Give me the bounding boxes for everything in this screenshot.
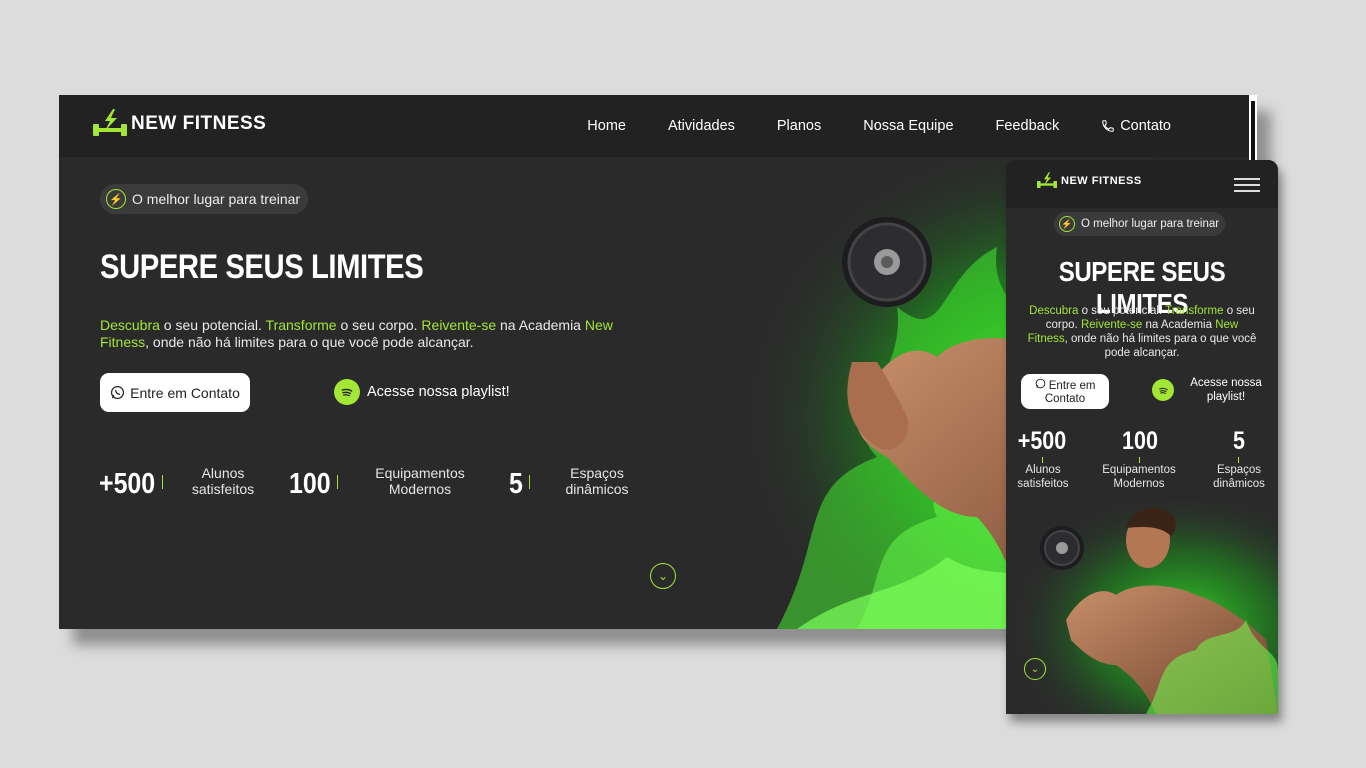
stat-value-spaces: 5 [509,468,523,500]
stat-label-students: Alunos satisfeitos [191,465,255,497]
nav-contato-label: Contato [1120,118,1171,134]
navbar: NEW FITNESS Home Atividades Planos Nossa… [59,95,1257,157]
stat-divider [162,475,163,489]
lead-text-3: na Academia [1142,319,1216,331]
spotify-icon [1152,379,1174,401]
mobile-stat-label-students: Alunos satisfeitos [1017,464,1069,490]
mobile-playlist-label: Acesse nossa playlist! [1190,377,1262,403]
mobile-playlist-link[interactable]: Acesse nossa playlist! [1152,376,1271,404]
contact-label-text: Entre em Contato [1044,379,1096,405]
scroll-down-button[interactable]: ⌄ [650,563,676,589]
spotify-icon [334,379,360,405]
mobile-hero-badge: ⚡ O melhor lugar para treinar [1054,212,1226,236]
mobile-scroll-down-button[interactable]: ⌄ [1024,658,1046,680]
whatsapp-icon [1035,378,1045,388]
mobile-brand-name: NEW FITNESS [1061,175,1142,187]
hamburger-menu-icon[interactable] [1234,178,1260,192]
dumbbell-bolt-icon [93,109,127,136]
nav-planos[interactable]: Planos [777,118,821,134]
mobile-hero-lead: Descubra o seu potencial. Transforme o s… [1026,304,1258,360]
mobile-navbar: NEW FITNESS [1006,160,1278,208]
lead-text-4: , onde não há limites para o que você po… [1064,333,1257,359]
bolt-icon: ⚡ [106,189,126,209]
mobile-contact-button[interactable]: Entre em Contato [1021,374,1109,409]
lead-text-1: o seu potencial. [1078,305,1166,317]
stat-value-students: +500 [99,468,156,500]
mobile-hero-athlete-image [1006,500,1278,714]
lead-highlight-3: Reivente-se [1080,319,1143,331]
mobile-stat-value-spaces: 5 [1233,427,1245,455]
lead-highlight-1: Descubra [100,317,160,333]
nav-home[interactable]: Home [587,118,626,134]
playlist-link[interactable]: Acesse nossa playlist! [334,379,510,405]
contact-button[interactable]: Entre em Contato [100,373,250,412]
mobile-stat-value-equipment: 100 [1122,427,1158,455]
nav-atividades[interactable]: Atividades [668,118,735,134]
brand-name: NEW FITNESS [131,113,267,134]
nav-nossa-equipe[interactable]: Nossa Equipe [863,118,953,134]
nav-menu: Home Atividades Planos Nossa Equipe Feed… [587,95,1171,157]
lead-text-3: na Academia [496,317,585,333]
lead-text-1: o seu potencial. [159,317,266,333]
mobile-brand-logo[interactable]: NEW FITNESS [1037,172,1142,190]
nav-feedback[interactable]: Feedback [996,118,1060,134]
mobile-stat-label-equipment: Equipamentos Modernos [1102,464,1176,490]
whatsapp-icon [111,385,125,400]
lead-text-4: , onde não há limites para o que você po… [145,334,474,350]
lead-text-2: o seu corpo. [336,317,422,333]
stat-divider [337,475,338,489]
chevron-down-icon: ⌄ [657,569,669,583]
mobile-hero-badge-text: O melhor lugar para treinar [1081,218,1220,230]
lead-highlight-3: Reivente-se [421,317,497,333]
mobile-stat-label-spaces: Espaços dinâmicos [1213,464,1265,490]
hero-title: SUPERE SEUS LIMITES [100,248,424,286]
dumbbell-bolt-icon [1037,172,1057,189]
mobile-preview: NEW FITNESS ⚡ O melhor lugar para treina… [1006,160,1278,714]
lead-highlight-2: Transforme [1165,305,1224,317]
playlist-label: Acesse nossa playlist! [367,384,510,400]
nav-contato[interactable]: Contato [1101,118,1171,134]
stat-divider [529,475,530,489]
bolt-icon: ⚡ [1059,216,1075,232]
lead-highlight-2: Transforme [265,317,337,333]
chevron-down-icon: ⌄ [1030,663,1040,675]
mobile-stat-value-students: +500 [1017,427,1067,455]
lead-highlight-1: Descubra [1029,305,1079,317]
stat-label-equipment: Equipamentos Modernos [375,465,465,497]
stat-value-equipment: 100 [289,468,331,500]
hero-badge-text: O melhor lugar para treinar [132,191,301,207]
stat-label-spaces: Espaços dinâmicos [565,465,629,497]
mobile-contact-button-label: Entre em Contato [1027,378,1103,406]
contact-button-label: Entre em Contato [130,384,240,401]
hero-lead: Descubra o seu potencial. Transforme o s… [100,317,630,351]
brand-logo[interactable]: NEW FITNESS [93,109,266,139]
phone-icon [1102,120,1114,132]
hero-badge: ⚡ O melhor lugar para treinar [100,184,309,214]
